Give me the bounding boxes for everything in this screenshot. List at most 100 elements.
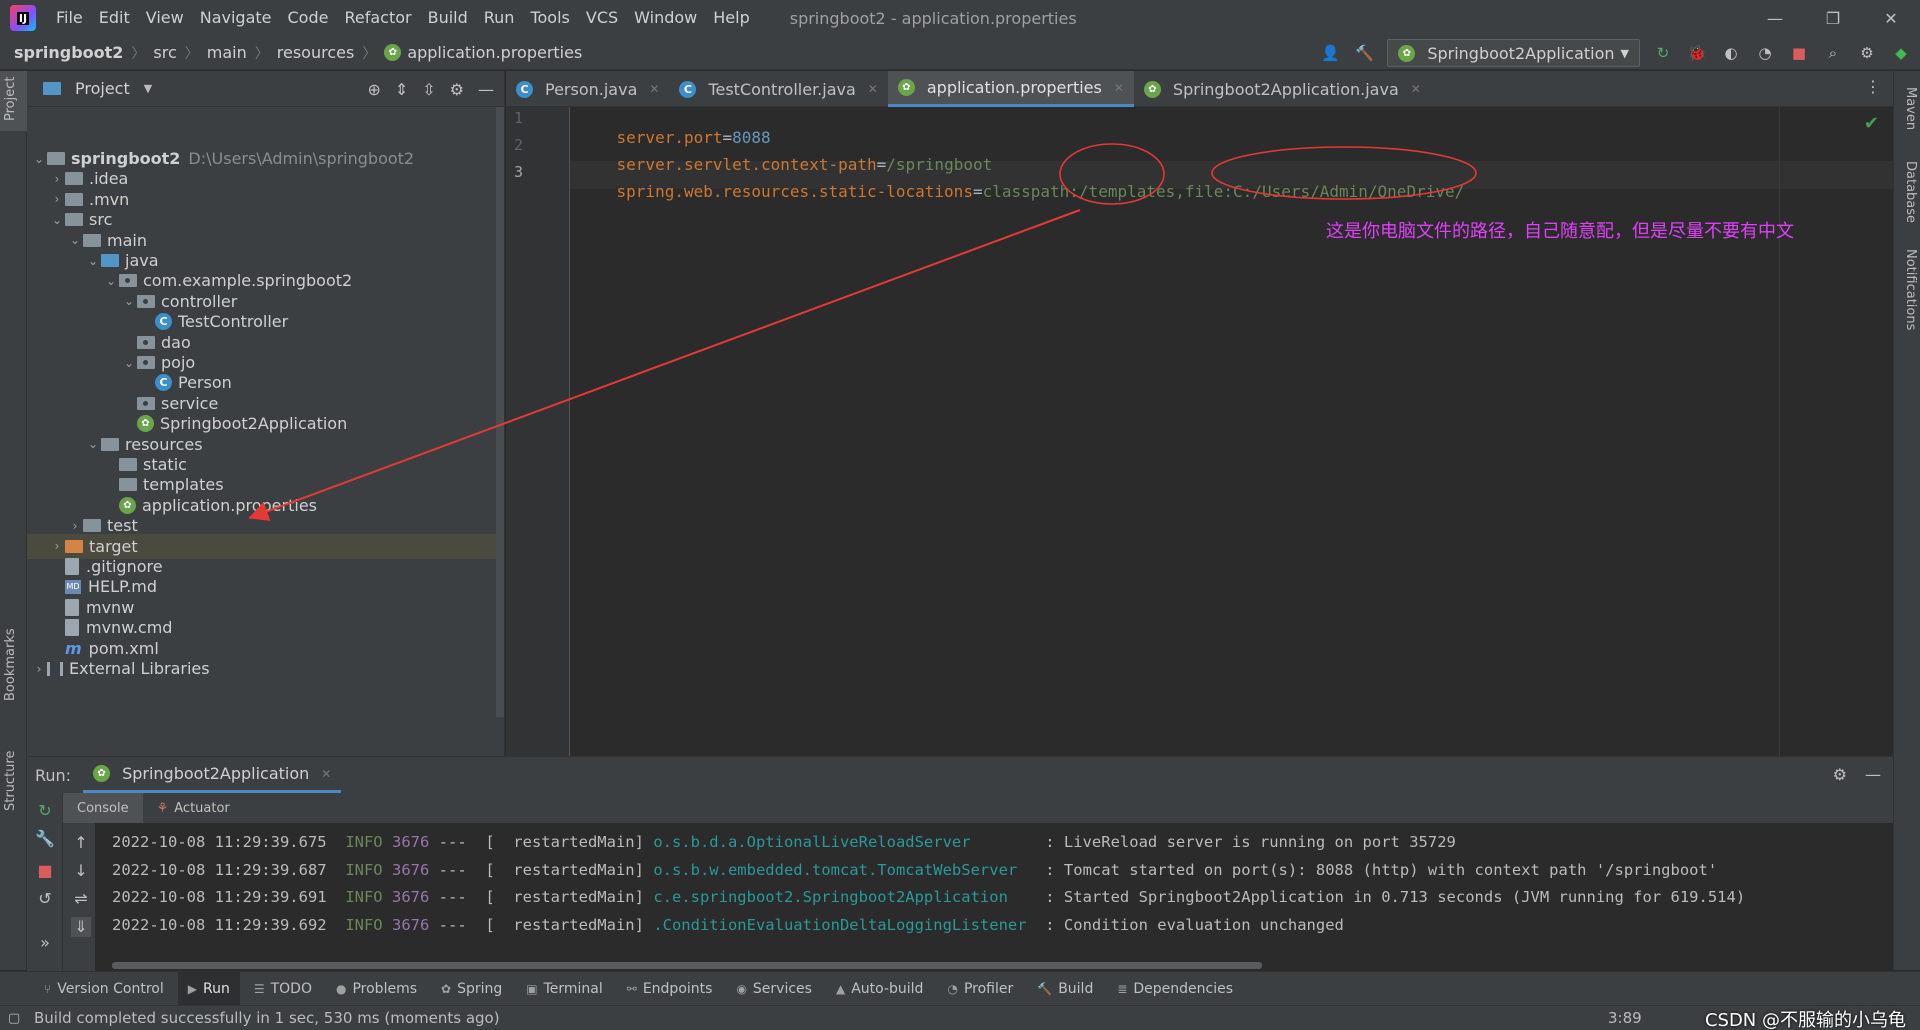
wrench-icon[interactable]: 🔧 (35, 829, 55, 849)
tab-version-control[interactable]: ⑂ Version Control (34, 972, 174, 1006)
more-icon[interactable]: » (35, 933, 55, 953)
tab-todo[interactable]: ☰ TODO (244, 972, 322, 1006)
collapsed-arrow-icon[interactable]: › (31, 662, 47, 676)
menu-help[interactable]: Help (705, 0, 757, 36)
log-class[interactable]: o.s.b.w.embedded.tomcat.TomcatWebServer (653, 861, 1036, 879)
expanded-arrow-icon[interactable]: ⌄ (85, 437, 101, 451)
database-tool-tab[interactable]: Database (1903, 161, 1918, 223)
expanded-arrow-icon[interactable]: ⌄ (121, 294, 137, 308)
tab-console[interactable]: Console (63, 793, 143, 823)
tab-run[interactable]: ▶ Run (177, 971, 240, 1006)
tab-springboot2application-java[interactable]: ✿ Springboot2Application.java ✕ (1134, 71, 1431, 107)
code-editor[interactable]: 1 2 3 server.port=8088 server.servlet.co… (506, 107, 1893, 756)
maven-tool-tab[interactable]: Maven (1903, 87, 1918, 130)
project-panel-title[interactable]: Project (75, 79, 130, 98)
run-tab-springboot2application[interactable]: ✿ Springboot2Application ✕ (83, 757, 342, 793)
close-tab-icon[interactable]: ✕ (1114, 81, 1124, 95)
expanded-arrow-icon[interactable]: ⌄ (121, 356, 137, 370)
more-tabs-icon[interactable]: ⋮ (1865, 77, 1881, 96)
gear-icon[interactable]: ⚙ (450, 80, 464, 99)
tab-build[interactable]: 🔨 Build (1027, 972, 1103, 1006)
structure-tool-tab[interactable]: Structure (3, 751, 18, 811)
collapsed-arrow-icon[interactable]: › (49, 192, 65, 206)
plugin-logo-icon[interactable]: ◆ (1890, 42, 1912, 64)
collapsed-arrow-icon[interactable]: › (49, 172, 65, 186)
menu-vcs[interactable]: VCS (578, 0, 626, 36)
scroll-up-icon[interactable]: ↑ (71, 833, 91, 853)
breadcrumb-project[interactable]: springboot2 (14, 43, 123, 62)
breadcrumb-src[interactable]: src (153, 43, 176, 62)
tab-actuator[interactable]: ⚘ Actuator (143, 793, 244, 823)
menu-run[interactable]: Run (476, 0, 523, 36)
collapsed-arrow-icon[interactable]: › (67, 519, 83, 533)
debug-icon[interactable]: 🐞 (1686, 42, 1708, 64)
menu-navigate[interactable]: Navigate (192, 0, 280, 36)
tab-profiler[interactable]: ◔ Profiler (937, 972, 1023, 1006)
notifications-tool-tab[interactable]: Notifications (1903, 249, 1918, 330)
rerun-icon[interactable]: ↻ (1652, 42, 1674, 64)
status-message[interactable]: Build completed successfully in 1 sec, 5… (34, 1009, 500, 1027)
minimize-icon[interactable]: — (1746, 0, 1804, 36)
dropdown-arrow-icon[interactable]: ▼ (144, 82, 152, 95)
close-tab-icon[interactable]: ✕ (321, 767, 331, 781)
menu-code[interactable]: Code (280, 0, 337, 36)
tab-services[interactable]: ◉ Services (726, 972, 822, 1006)
tab-application-properties[interactable]: ✿ application.properties ✕ (887, 71, 1134, 107)
tab-problems[interactable]: ● Problems (326, 972, 427, 1006)
menu-tools[interactable]: Tools (522, 0, 577, 36)
gear-icon[interactable]: ⚙ (1833, 765, 1847, 784)
run-config-selector[interactable]: ✿ Springboot2Application ▼ (1387, 39, 1640, 67)
restore-layout-icon[interactable]: ↺ (35, 889, 55, 909)
coverage-icon[interactable]: ◐ (1720, 42, 1742, 64)
tab-auto-build[interactable]: ▲ Auto-build (826, 972, 933, 1006)
restore-icon[interactable]: ❐ (1804, 0, 1862, 36)
stop-icon[interactable]: ■ (35, 861, 55, 881)
tree-scrollbar[interactable] (496, 107, 504, 717)
tab-dependencies[interactable]: ≣ Dependencies (1107, 972, 1243, 1006)
locate-file-icon[interactable]: ⊕ (367, 80, 380, 99)
console-horizontal-scrollbar[interactable] (112, 962, 1262, 969)
log-class[interactable]: .ConditionEvaluationDeltaLoggingListener (653, 916, 1036, 934)
soft-wrap-icon[interactable]: ⇌ (71, 889, 91, 909)
profile-icon[interactable]: ◔ (1754, 42, 1776, 64)
breadcrumb-main[interactable]: main (207, 43, 247, 62)
close-tab-icon[interactable]: ✕ (649, 82, 659, 96)
collapse-all-icon[interactable]: ⇳ (422, 80, 435, 99)
menu-file[interactable]: File (48, 0, 91, 36)
close-icon[interactable]: ✕ (1862, 0, 1920, 36)
hide-panel-icon[interactable]: — (1865, 765, 1881, 784)
menu-view[interactable]: View (138, 0, 192, 36)
collapsed-arrow-icon[interactable]: › (49, 539, 65, 553)
tab-spring[interactable]: ✿ Spring (431, 972, 512, 1006)
rerun-icon[interactable]: ↻ (35, 801, 55, 821)
scroll-down-icon[interactable]: ↓ (71, 861, 91, 881)
tab-person-java[interactable]: C Person.java ✕ (506, 71, 669, 107)
log-class[interactable]: o.s.b.d.a.OptionalLiveReloadServer (653, 833, 1036, 851)
menu-edit[interactable]: Edit (91, 0, 138, 36)
expanded-arrow-icon[interactable]: ⌄ (85, 254, 101, 268)
expanded-arrow-icon[interactable]: ⌄ (49, 213, 65, 227)
layout-toggle-icon[interactable]: ▢ (8, 1011, 20, 1026)
expanded-arrow-icon[interactable]: ⌄ (31, 152, 47, 166)
breadcrumb-file[interactable]: application.properties (407, 43, 582, 62)
expand-all-icon[interactable]: ⇕ (395, 80, 408, 99)
close-tab-icon[interactable]: ✕ (868, 82, 878, 96)
log-class[interactable]: c.e.springboot2.Springboot2Application (653, 888, 1036, 906)
hide-panel-icon[interactable]: — (478, 80, 494, 99)
tab-endpoints[interactable]: ⚯ Endpoints (617, 972, 723, 1006)
expanded-arrow-icon[interactable]: ⌄ (67, 233, 83, 247)
tab-testcontroller-java[interactable]: C TestController.java ✕ (669, 71, 887, 107)
menu-build[interactable]: Build (420, 0, 476, 36)
scroll-to-end-icon[interactable]: ⇓ (71, 917, 91, 937)
breadcrumb-resources[interactable]: resources (277, 43, 355, 62)
user-icon[interactable]: 👤 (1319, 42, 1341, 64)
menu-window[interactable]: Window (626, 0, 705, 36)
caret-position[interactable]: 3:89 (1608, 1009, 1642, 1027)
project-tool-tab[interactable]: Project (3, 77, 18, 121)
search-icon[interactable]: ⌕ (1822, 42, 1844, 64)
menu-refactor[interactable]: Refactor (336, 0, 419, 36)
tab-terminal[interactable]: ▣ Terminal (516, 972, 613, 1006)
build-hammer-icon[interactable]: 🔨 (1353, 42, 1375, 64)
console-output[interactable]: 2022-10-08 11:29:39.675 INFO 3676 --- [ … (112, 829, 1745, 939)
expanded-arrow-icon[interactable]: ⌄ (103, 274, 119, 288)
